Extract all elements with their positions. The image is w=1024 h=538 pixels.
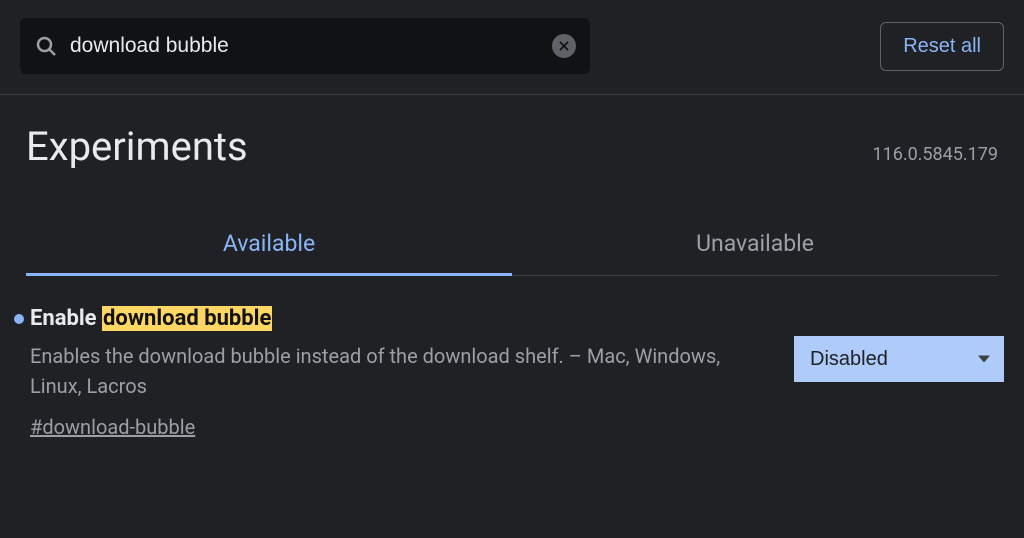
override-indicator-icon: [14, 314, 24, 324]
page-title: Experiments: [26, 123, 248, 170]
header-row: Experiments 116.0.5845.179: [0, 95, 1024, 180]
flag-description: Enables the download bubble instead of t…: [30, 341, 750, 401]
flag-item: Enable download bubble Enables the downl…: [0, 276, 1024, 439]
flag-id-link[interactable]: #download-bubble: [30, 415, 195, 439]
flag-control: Disabled: [794, 306, 1004, 439]
flag-select-wrap[interactable]: Disabled: [794, 336, 1004, 382]
flag-title-highlight: download bubble: [102, 306, 272, 331]
reset-all-button[interactable]: Reset all: [880, 22, 1004, 71]
flag-title-prefix: Enable: [30, 306, 102, 331]
tab-available[interactable]: Available: [26, 216, 512, 275]
search-box[interactable]: [20, 18, 590, 74]
clear-search-icon[interactable]: [552, 34, 576, 58]
top-bar: Reset all: [0, 0, 1024, 92]
tabs: Available Unavailable: [26, 216, 998, 276]
flag-select[interactable]: Disabled: [794, 336, 1004, 382]
version-text: 116.0.5845.179: [872, 144, 998, 165]
tab-unavailable[interactable]: Unavailable: [512, 216, 998, 275]
search-icon: [34, 34, 58, 58]
flag-title: Enable download bubble: [30, 306, 272, 331]
flag-left: Enable download bubble Enables the downl…: [14, 306, 774, 439]
flag-content: Enable download bubble Enables the downl…: [30, 306, 774, 439]
search-input[interactable]: [70, 34, 552, 58]
